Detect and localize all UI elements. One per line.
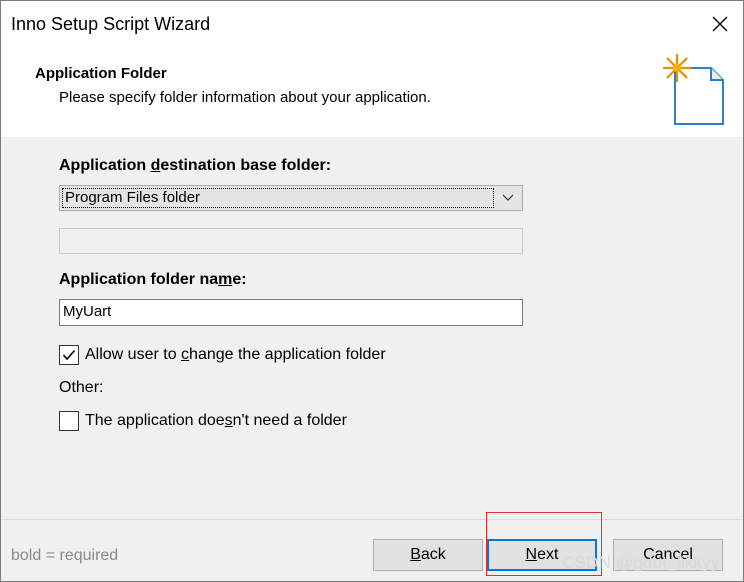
back-button[interactable]: Back xyxy=(373,539,483,571)
watermark-text: CSDN @gdut_likkyy xyxy=(562,553,720,572)
close-button[interactable] xyxy=(697,1,743,47)
dest-folder-selected: Program Files folder xyxy=(62,188,494,208)
name-label-access-key: m xyxy=(218,271,233,288)
dest-label-text-1: Application xyxy=(59,157,151,174)
close-icon xyxy=(712,16,728,32)
window-title: Inno Setup Script Wizard xyxy=(11,14,211,34)
other-label: Other: xyxy=(59,379,104,396)
dest-label-text-2: estination base folder: xyxy=(160,157,332,174)
custom-folder-field xyxy=(59,228,523,254)
page-title: Application Folder xyxy=(35,65,167,82)
form-area: Application destination base folder: Pro… xyxy=(1,137,743,519)
folder-name-label: Application folder name: xyxy=(59,271,247,289)
page-header: Application Folder Please specify folder… xyxy=(1,47,743,137)
back-access-key: B xyxy=(410,546,421,563)
dest-folder-label: Application destination base folder: xyxy=(59,157,331,175)
title-bar: Inno Setup Script Wizard xyxy=(1,1,743,47)
allow-label-text-2: hange the application folder xyxy=(189,346,386,363)
chevron-down-icon xyxy=(502,194,514,201)
wizard-window: Inno Setup Script Wizard Application Fol… xyxy=(0,0,744,582)
dropdown-arrow[interactable] xyxy=(494,186,522,210)
dest-folder-dropdown[interactable]: Program Files folder xyxy=(59,185,523,211)
folder-name-input[interactable]: MyUart xyxy=(59,299,523,326)
nofolder-label-access-key: s xyxy=(224,412,233,429)
page-subtitle: Please specify folder information about … xyxy=(59,89,431,106)
name-label-text-2: e: xyxy=(232,271,247,288)
no-folder-checkbox[interactable] xyxy=(59,411,79,431)
dest-label-access-key: d xyxy=(150,157,161,174)
no-folder-label[interactable]: The application doesn't need a folder xyxy=(85,412,347,430)
required-note: bold = required xyxy=(11,547,119,564)
back-label: ack xyxy=(420,546,446,563)
allow-change-label[interactable]: Allow user to change the application fol… xyxy=(85,346,386,364)
allow-change-checkbox[interactable] xyxy=(59,345,79,365)
name-label-text-1: Application folder na xyxy=(59,271,219,288)
checkmark-icon xyxy=(62,349,76,361)
allow-label-access-key: c xyxy=(181,346,190,363)
nofolder-label-text-2: n't need a folder xyxy=(232,412,347,429)
wizard-document-sparkle-icon xyxy=(663,54,724,125)
nofolder-label-text-1: The application doe xyxy=(85,412,225,429)
allow-label-text-1: Allow user to xyxy=(85,346,182,363)
